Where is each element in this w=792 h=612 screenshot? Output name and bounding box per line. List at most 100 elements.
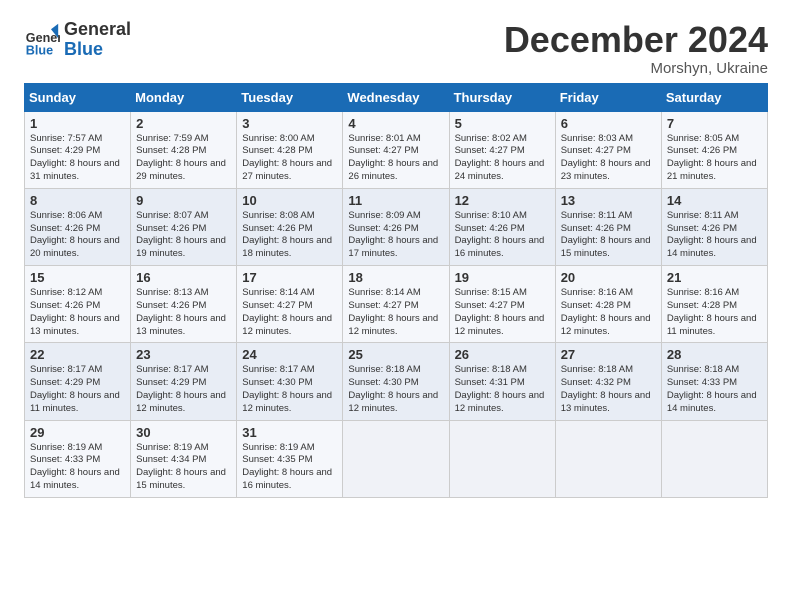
sunset-label: Sunset: 4:26 PM xyxy=(667,223,737,234)
sunset-label: Sunset: 4:26 PM xyxy=(561,223,631,234)
daylight-label: Daylight: 8 hours and 19 minutes. xyxy=(136,235,226,259)
sunrise-label: Sunrise: 8:07 AM xyxy=(136,210,208,221)
calendar-day-cell: 28 Sunrise: 8:18 AM Sunset: 4:33 PM Dayl… xyxy=(661,343,767,420)
day-info: Sunrise: 8:13 AM Sunset: 4:26 PM Dayligh… xyxy=(136,287,231,338)
calendar-day-cell: 4 Sunrise: 8:01 AM Sunset: 4:27 PM Dayli… xyxy=(343,111,449,188)
sunrise-label: Sunrise: 8:12 AM xyxy=(30,287,102,298)
day-number: 14 xyxy=(667,193,762,208)
day-number: 13 xyxy=(561,193,656,208)
daylight-label: Daylight: 8 hours and 15 minutes. xyxy=(561,235,651,259)
calendar-day-cell: 30 Sunrise: 8:19 AM Sunset: 4:34 PM Dayl… xyxy=(131,420,237,497)
sunrise-label: Sunrise: 8:11 AM xyxy=(667,210,739,221)
calendar-week-row: 8 Sunrise: 8:06 AM Sunset: 4:26 PM Dayli… xyxy=(25,188,768,265)
day-info: Sunrise: 8:18 AM Sunset: 4:30 PM Dayligh… xyxy=(348,364,443,415)
sunset-label: Sunset: 4:26 PM xyxy=(667,145,737,156)
sunrise-label: Sunrise: 8:16 AM xyxy=(667,287,739,298)
daylight-label: Daylight: 8 hours and 18 minutes. xyxy=(242,235,332,259)
day-info: Sunrise: 8:19 AM Sunset: 4:34 PM Dayligh… xyxy=(136,442,231,493)
sunset-label: Sunset: 4:26 PM xyxy=(455,223,525,234)
sunset-label: Sunset: 4:27 PM xyxy=(348,300,418,311)
daylight-label: Daylight: 8 hours and 15 minutes. xyxy=(136,467,226,491)
sunrise-label: Sunrise: 8:16 AM xyxy=(561,287,633,298)
sunrise-label: Sunrise: 7:57 AM xyxy=(30,133,102,144)
sunset-label: Sunset: 4:29 PM xyxy=(30,145,100,156)
daylight-label: Daylight: 8 hours and 17 minutes. xyxy=(348,235,438,259)
logo-general: General xyxy=(64,20,131,40)
calendar-header-cell: Tuesday xyxy=(237,83,343,111)
day-info: Sunrise: 8:14 AM Sunset: 4:27 PM Dayligh… xyxy=(242,287,337,338)
sunrise-label: Sunrise: 8:18 AM xyxy=(348,364,420,375)
sunrise-label: Sunrise: 8:11 AM xyxy=(561,210,633,221)
daylight-label: Daylight: 8 hours and 27 minutes. xyxy=(242,158,332,182)
sunrise-label: Sunrise: 8:17 AM xyxy=(30,364,102,375)
sunset-label: Sunset: 4:28 PM xyxy=(561,300,631,311)
day-info: Sunrise: 8:19 AM Sunset: 4:35 PM Dayligh… xyxy=(242,442,337,493)
calendar-day-cell: 13 Sunrise: 8:11 AM Sunset: 4:26 PM Dayl… xyxy=(555,188,661,265)
sunrise-label: Sunrise: 8:06 AM xyxy=(30,210,102,221)
day-number: 12 xyxy=(455,193,550,208)
day-number: 10 xyxy=(242,193,337,208)
sunrise-label: Sunrise: 7:59 AM xyxy=(136,133,208,144)
day-info: Sunrise: 8:02 AM Sunset: 4:27 PM Dayligh… xyxy=(455,133,550,184)
day-number: 27 xyxy=(561,347,656,362)
day-number: 28 xyxy=(667,347,762,362)
day-info: Sunrise: 8:15 AM Sunset: 4:27 PM Dayligh… xyxy=(455,287,550,338)
sunrise-label: Sunrise: 8:10 AM xyxy=(455,210,527,221)
calendar-day-cell: 27 Sunrise: 8:18 AM Sunset: 4:32 PM Dayl… xyxy=(555,343,661,420)
calendar-day-cell: 2 Sunrise: 7:59 AM Sunset: 4:28 PM Dayli… xyxy=(131,111,237,188)
calendar-day-cell xyxy=(343,420,449,497)
calendar-day-cell: 25 Sunrise: 8:18 AM Sunset: 4:30 PM Dayl… xyxy=(343,343,449,420)
sunset-label: Sunset: 4:26 PM xyxy=(30,300,100,311)
sunrise-label: Sunrise: 8:18 AM xyxy=(667,364,739,375)
calendar-day-cell: 3 Sunrise: 8:00 AM Sunset: 4:28 PM Dayli… xyxy=(237,111,343,188)
day-number: 2 xyxy=(136,116,231,131)
day-number: 4 xyxy=(348,116,443,131)
sunset-label: Sunset: 4:26 PM xyxy=(136,223,206,234)
calendar-day-cell: 18 Sunrise: 8:14 AM Sunset: 4:27 PM Dayl… xyxy=(343,266,449,343)
page-header: General Blue General Blue December 2024 … xyxy=(24,20,768,77)
sunset-label: Sunset: 4:27 PM xyxy=(242,300,312,311)
day-number: 1 xyxy=(30,116,125,131)
sunrise-label: Sunrise: 8:01 AM xyxy=(348,133,420,144)
sunset-label: Sunset: 4:27 PM xyxy=(348,145,418,156)
day-info: Sunrise: 8:18 AM Sunset: 4:31 PM Dayligh… xyxy=(455,364,550,415)
calendar-day-cell: 17 Sunrise: 8:14 AM Sunset: 4:27 PM Dayl… xyxy=(237,266,343,343)
day-number: 24 xyxy=(242,347,337,362)
sunset-label: Sunset: 4:31 PM xyxy=(455,377,525,388)
daylight-label: Daylight: 8 hours and 12 minutes. xyxy=(455,313,545,337)
logo: General Blue General Blue xyxy=(24,20,131,60)
sunrise-label: Sunrise: 8:14 AM xyxy=(348,287,420,298)
calendar-day-cell: 31 Sunrise: 8:19 AM Sunset: 4:35 PM Dayl… xyxy=(237,420,343,497)
calendar-day-cell: 29 Sunrise: 8:19 AM Sunset: 4:33 PM Dayl… xyxy=(25,420,131,497)
day-number: 26 xyxy=(455,347,550,362)
sunrise-label: Sunrise: 8:02 AM xyxy=(455,133,527,144)
sunset-label: Sunset: 4:29 PM xyxy=(136,377,206,388)
day-number: 21 xyxy=(667,270,762,285)
daylight-label: Daylight: 8 hours and 16 minutes. xyxy=(455,235,545,259)
day-info: Sunrise: 7:57 AM Sunset: 4:29 PM Dayligh… xyxy=(30,133,125,184)
day-info: Sunrise: 8:01 AM Sunset: 4:27 PM Dayligh… xyxy=(348,133,443,184)
calendar-day-cell: 10 Sunrise: 8:08 AM Sunset: 4:26 PM Dayl… xyxy=(237,188,343,265)
daylight-label: Daylight: 8 hours and 12 minutes. xyxy=(242,313,332,337)
daylight-label: Daylight: 8 hours and 14 minutes. xyxy=(667,235,757,259)
calendar-header-cell: Thursday xyxy=(449,83,555,111)
sunrise-label: Sunrise: 8:19 AM xyxy=(30,442,102,453)
calendar-body: 1 Sunrise: 7:57 AM Sunset: 4:29 PM Dayli… xyxy=(25,111,768,497)
day-number: 5 xyxy=(455,116,550,131)
daylight-label: Daylight: 8 hours and 12 minutes. xyxy=(348,313,438,337)
calendar-day-cell: 26 Sunrise: 8:18 AM Sunset: 4:31 PM Dayl… xyxy=(449,343,555,420)
sunrise-label: Sunrise: 8:14 AM xyxy=(242,287,314,298)
calendar-day-cell: 16 Sunrise: 8:13 AM Sunset: 4:26 PM Dayl… xyxy=(131,266,237,343)
sunset-label: Sunset: 4:35 PM xyxy=(242,454,312,465)
calendar-day-cell: 1 Sunrise: 7:57 AM Sunset: 4:29 PM Dayli… xyxy=(25,111,131,188)
daylight-label: Daylight: 8 hours and 12 minutes. xyxy=(348,390,438,414)
day-number: 6 xyxy=(561,116,656,131)
day-info: Sunrise: 8:14 AM Sunset: 4:27 PM Dayligh… xyxy=(348,287,443,338)
daylight-label: Daylight: 8 hours and 23 minutes. xyxy=(561,158,651,182)
day-info: Sunrise: 8:16 AM Sunset: 4:28 PM Dayligh… xyxy=(667,287,762,338)
daylight-label: Daylight: 8 hours and 21 minutes. xyxy=(667,158,757,182)
calendar-header-cell: Friday xyxy=(555,83,661,111)
sunset-label: Sunset: 4:26 PM xyxy=(30,223,100,234)
day-number: 20 xyxy=(561,270,656,285)
calendar-table: SundayMondayTuesdayWednesdayThursdayFrid… xyxy=(24,83,768,498)
